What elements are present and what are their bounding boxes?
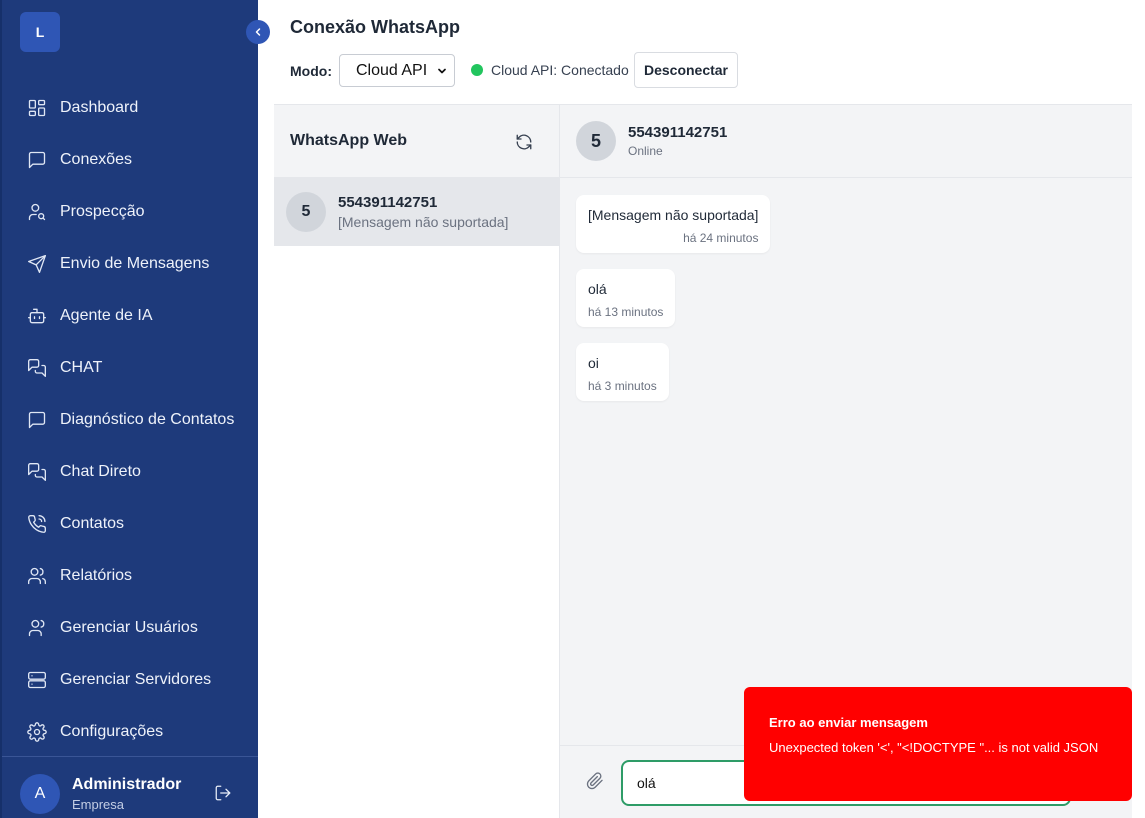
sidebar-item-conexoes[interactable]: Conexões [2, 134, 258, 186]
sidebar-item-chat-direto[interactable]: Chat Direto [2, 446, 258, 498]
logout-icon[interactable] [214, 784, 236, 806]
sidebar-item-label: Chat Direto [60, 463, 141, 480]
user-profile[interactable]: A Administrador Empresa [20, 774, 181, 814]
toast-message: Unexpected token '<', "<!DOCTYPE "... is… [769, 740, 1099, 755]
message-bubble: olá há 13 minutos [576, 269, 676, 327]
sidebar-item-contatos[interactable]: Contatos [2, 498, 258, 550]
sidebar-item-label: Diagnóstico de Contatos [60, 411, 235, 428]
users-icon [26, 565, 48, 587]
sidebar-item-label: Envio de Mensagens [60, 255, 210, 272]
conversation-list-header: WhatsApp Web [274, 105, 559, 178]
chevron-down-icon [438, 68, 446, 74]
chat-contact-status: Online [628, 144, 663, 158]
sidebar-item-configuracoes[interactable]: Configurações [2, 706, 258, 758]
phone-call-icon [26, 513, 48, 535]
mode-label: Modo: [290, 63, 332, 79]
messages-icon [26, 357, 48, 379]
status-text: Cloud API: Conectado [491, 62, 629, 78]
sidebar-item-diagnostico-contatos[interactable]: Diagnóstico de Contatos [2, 394, 258, 446]
sidebar-nav: Dashboard Conexões Prospecção Envio de M… [2, 82, 258, 758]
chat-contact-name: 554391142751 [628, 124, 728, 141]
sidebar-item-gerenciar-servidores[interactable]: Gerenciar Servidores [2, 654, 258, 706]
sidebar-item-prospeccao[interactable]: Prospecção [2, 186, 258, 238]
contact-avatar: 5 [576, 121, 616, 161]
sidebar-item-relatorios[interactable]: Relatórios [2, 550, 258, 602]
message-time: há 13 minutos [588, 305, 664, 319]
conversation-item[interactable]: 5 554391142751 [Mensagem não suportada] [274, 178, 559, 246]
conversation-name: 554391142751 [338, 194, 438, 211]
message-square-icon [26, 149, 48, 171]
server-icon [26, 669, 48, 691]
error-toast[interactable]: Erro ao enviar mensagem Unexpected token… [744, 687, 1132, 801]
sidebar-item-label: Dashboard [60, 99, 139, 116]
sidebar-item-gerenciar-usuarios[interactable]: Gerenciar Usuários [2, 602, 258, 654]
contact-avatar: 5 [286, 192, 326, 232]
toast-title: Erro ao enviar mensagem [769, 715, 928, 730]
refresh-icon[interactable] [515, 133, 533, 151]
sidebar-item-label: Agente de IA [60, 307, 153, 324]
connection-status: Cloud API: Conectado [471, 62, 629, 78]
send-icon [26, 253, 48, 275]
sidebar-item-label: Relatórios [60, 567, 133, 584]
sidebar-item-label: Contatos [60, 515, 125, 532]
status-dot-icon [471, 64, 483, 76]
sidebar-divider [2, 756, 258, 757]
sidebar-item-agente-ia[interactable]: Agente de IA [2, 290, 258, 342]
message-bubble: oi há 3 minutos [576, 343, 669, 401]
sidebar-collapse-button[interactable] [246, 20, 270, 44]
bot-icon [26, 305, 48, 327]
mode-select[interactable]: Cloud API [339, 54, 455, 87]
sidebar-item-label: Gerenciar Servidores [60, 671, 212, 688]
chevron-left-icon [255, 28, 261, 36]
conversation-list-title: WhatsApp Web [290, 132, 408, 149]
mode-select-value: Cloud API [356, 61, 428, 79]
chat-header: 5 554391142751 Online [560, 105, 1132, 178]
sidebar: L Dashboard Conexões Prospecção Envio de… [0, 0, 258, 818]
gear-icon [26, 721, 48, 743]
messages-icon [26, 461, 48, 483]
sidebar-item-label: CHAT [60, 359, 103, 376]
conversation-list: WhatsApp Web 5 554391142751 [Mensagem nã… [274, 105, 560, 818]
sidebar-item-dashboard[interactable]: Dashboard [2, 82, 258, 134]
users-icon [26, 617, 48, 639]
message-time: há 24 minutos [683, 231, 759, 245]
message-list: [Mensagem não suportada] há 24 minutos o… [576, 195, 771, 417]
app-logo[interactable]: L [20, 12, 60, 52]
disconnect-button[interactable]: Desconectar [634, 52, 738, 88]
sidebar-item-label: Conexões [60, 151, 133, 168]
sidebar-item-label: Prospecção [60, 203, 145, 220]
sidebar-item-label: Configurações [60, 723, 164, 740]
sidebar-item-envio-mensagens[interactable]: Envio de Mensagens [2, 238, 258, 290]
message-text: [Mensagem não suportada] [588, 207, 759, 223]
user-search-icon [26, 201, 48, 223]
message-text: oi [588, 355, 599, 371]
avatar: A [20, 774, 60, 814]
paperclip-icon[interactable] [586, 772, 606, 792]
message-text: olá [588, 281, 607, 297]
page-title: Conexão WhatsApp [290, 17, 461, 37]
message-square-icon [26, 409, 48, 431]
user-company: Empresa [72, 797, 125, 812]
conversation-preview: [Mensagem não suportada] [338, 214, 509, 230]
sidebar-item-label: Gerenciar Usuários [60, 619, 198, 636]
sidebar-item-chat[interactable]: CHAT [2, 342, 258, 394]
message-time: há 3 minutos [588, 379, 657, 393]
user-name: Administrador [72, 776, 182, 793]
dashboard-icon [26, 97, 48, 119]
message-bubble: [Mensagem não suportada] há 24 minutos [576, 195, 771, 253]
